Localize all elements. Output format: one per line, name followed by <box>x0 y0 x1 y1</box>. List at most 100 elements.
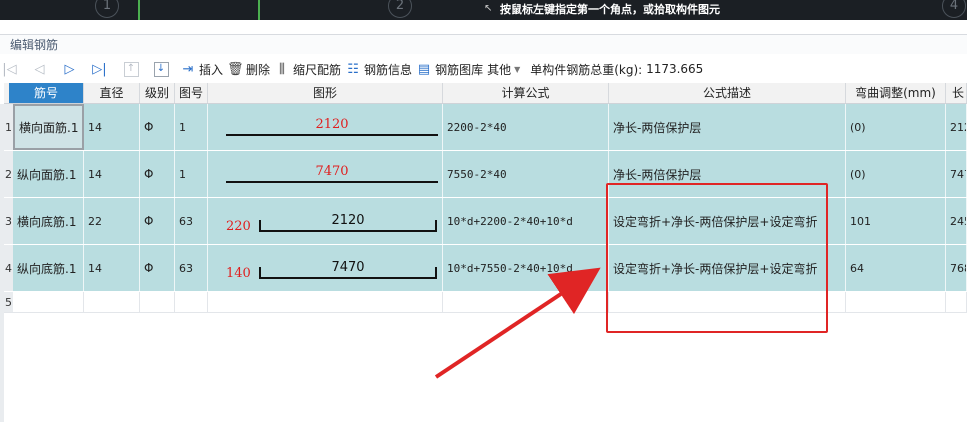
move-up-button[interactable]: ↑ <box>120 58 142 80</box>
insert-icon: ⇥ <box>182 61 194 77</box>
empty-cell[interactable] <box>140 292 175 312</box>
shape-cell[interactable]: 140 7470 <box>208 245 443 291</box>
other-menu-button[interactable]: 其他 ▼ <box>487 58 520 80</box>
name-cell[interactable]: 纵向面筋.1 <box>13 151 84 197</box>
rebar-shape-drawing: 2120 <box>226 117 438 136</box>
next-record-button[interactable]: ▷ <box>60 58 82 80</box>
formula-cell[interactable]: 10*d+2200-2*40+10*d <box>443 198 609 244</box>
total-weight-value: 1173.665 <box>646 62 704 76</box>
shape-cell[interactable]: 220 2120 <box>208 198 443 244</box>
delete-button[interactable]: 🗑 删除 <box>227 58 270 80</box>
axis-marker-1: 1 <box>95 0 119 18</box>
name-cell[interactable]: 横向底筋.1 <box>13 198 84 244</box>
previous-icon: ◁ <box>34 61 45 77</box>
figure-cell[interactable]: 1 <box>175 104 208 150</box>
axis-line <box>138 0 140 20</box>
length-cell[interactable]: 7470 <box>946 151 967 197</box>
header-figure[interactable]: 图号 <box>175 83 208 103</box>
empty-cell[interactable] <box>13 292 84 312</box>
shape-cell[interactable]: 2120 <box>208 104 443 150</box>
header-bar-name[interactable]: 筋号 <box>9 83 84 103</box>
header-description[interactable]: 公式描述 <box>609 83 846 103</box>
header-formula[interactable]: 计算公式 <box>443 83 609 103</box>
axis-line <box>258 0 260 20</box>
empty-cell[interactable] <box>846 292 946 312</box>
formula-cell[interactable]: 10*d+7550-2*40+10*d <box>443 245 609 291</box>
rebar-library-button[interactable]: ▤ 钢筋图库 <box>416 58 483 80</box>
length-cell[interactable]: 2459 <box>946 198 967 244</box>
chevron-down-icon: ▼ <box>514 64 521 74</box>
name-cell[interactable]: 横向面筋.1 <box>13 104 84 150</box>
diameter-cell[interactable]: 14 <box>84 151 140 197</box>
row-number: 2 <box>4 151 13 197</box>
rebar-hook-length: 220 <box>226 219 251 234</box>
total-weight: 单构件钢筋总重(kg): 1173.665 <box>530 58 703 80</box>
empty-cell[interactable] <box>175 292 208 312</box>
diameter-cell[interactable]: 14 <box>84 104 140 150</box>
first-record-button[interactable]: |◁ <box>0 58 22 80</box>
bend-adjust-cell[interactable]: (0) <box>846 151 946 197</box>
header-diameter[interactable]: 直径(mm) <box>84 83 140 120</box>
rebar-info-button[interactable]: ☷ 钢筋信息 <box>345 58 412 80</box>
bend-adjust-cell[interactable]: 64 <box>846 245 946 291</box>
bend-adjust-cell[interactable]: 101 <box>846 198 946 244</box>
rebar-shape-length: 7470 <box>331 260 364 275</box>
rebar-shape-length: 7470 <box>315 164 348 179</box>
move-down-button[interactable]: ↓ <box>150 58 172 80</box>
toolbar: |◁ ◁ ▷ ▷| ↑ ↓ ⇥ 插入 🗑 删除 ⫼ 缩尺配筋 ☷ 钢筋信息 ▤ 钢筋图库 … <box>0 56 967 82</box>
table-header: 筋号 直径(mm) 级别 图号 图形 计算公式 公式描述 弯曲调整(mm) 长度 <box>4 83 967 120</box>
grade-cell[interactable]: Φ <box>140 245 175 291</box>
rebar-shape-drawing: 220 2120 <box>226 213 437 234</box>
viewport-strip: 1 2 ↖ 按鼠标左键指定第一个角点，或拾取构件图元 4 <box>0 0 967 20</box>
status-hint: 按鼠标左键指定第一个角点，或拾取构件图元 <box>500 3 720 16</box>
empty-cell[interactable] <box>946 292 967 312</box>
diameter-cell[interactable]: 14 <box>84 245 140 291</box>
delete-label: 删除 <box>246 62 271 77</box>
insert-label: 插入 <box>199 62 224 77</box>
grade-cell[interactable]: Φ <box>140 198 175 244</box>
diameter-cell[interactable]: 22 <box>84 198 140 244</box>
next-icon: ▷ <box>64 61 75 77</box>
previous-record-button[interactable]: ◁ <box>30 58 52 80</box>
last-icon: ▷| <box>92 61 107 77</box>
row-number: 5 <box>4 292 13 312</box>
bend-adjust-cell[interactable]: (0) <box>846 104 946 150</box>
scale-rebar-label: 缩尺配筋 <box>293 62 342 77</box>
header-shape[interactable]: 图形 <box>208 83 443 103</box>
formula-cell[interactable]: 7550-2*40 <box>443 151 609 197</box>
empty-cell[interactable] <box>443 292 609 312</box>
scale-rebar-button[interactable]: ⫼ 缩尺配筋 <box>274 58 341 80</box>
length-cell[interactable]: 2120 <box>946 104 967 150</box>
formula-cell[interactable]: 2200-2*40 <box>443 104 609 150</box>
axis-marker-2: 2 <box>388 0 412 18</box>
cursor-icon: ↖ <box>484 3 493 14</box>
table-row[interactable]: 1横向面筋.114Φ121202200-2*40净长-两倍保护层(0)2120 <box>4 104 967 151</box>
rebar-shape-length: 2120 <box>331 213 364 228</box>
figure-cell[interactable]: 1 <box>175 151 208 197</box>
empty-cell[interactable] <box>84 292 140 312</box>
first-icon: |◁ <box>2 61 17 77</box>
grade-cell[interactable]: Φ <box>140 104 175 150</box>
shape-cell[interactable]: 7470 <box>208 151 443 197</box>
rebar-shape-drawing: 140 7470 <box>226 260 437 281</box>
header-bend-adjust[interactable]: 弯曲调整(mm) <box>846 83 946 103</box>
library-icon: ▤ <box>417 61 431 77</box>
empty-cell[interactable] <box>208 292 443 312</box>
row-indicator-column <box>0 104 4 422</box>
rebar-shape-length: 2120 <box>315 117 348 132</box>
row-number: 3 <box>4 198 13 244</box>
figure-cell[interactable]: 63 <box>175 245 208 291</box>
annotation-highlight-box <box>606 183 828 333</box>
insert-button[interactable]: ⇥ 插入 <box>180 58 223 80</box>
rebar-hook-length: 140 <box>226 266 251 281</box>
figure-cell[interactable]: 63 <box>175 198 208 244</box>
rebar-info-label: 钢筋信息 <box>364 62 413 77</box>
length-cell[interactable]: 7686 <box>946 245 967 291</box>
last-record-button[interactable]: ▷| <box>90 58 112 80</box>
total-weight-label: 单构件钢筋总重(kg): <box>530 62 643 77</box>
grade-cell[interactable]: Φ <box>140 151 175 197</box>
name-cell[interactable]: 纵向底筋.1 <box>13 245 84 291</box>
header-grade[interactable]: 级别 <box>140 83 175 103</box>
header-length[interactable]: 长度 <box>946 83 967 120</box>
description-cell[interactable]: 净长-两倍保护层 <box>609 104 846 150</box>
